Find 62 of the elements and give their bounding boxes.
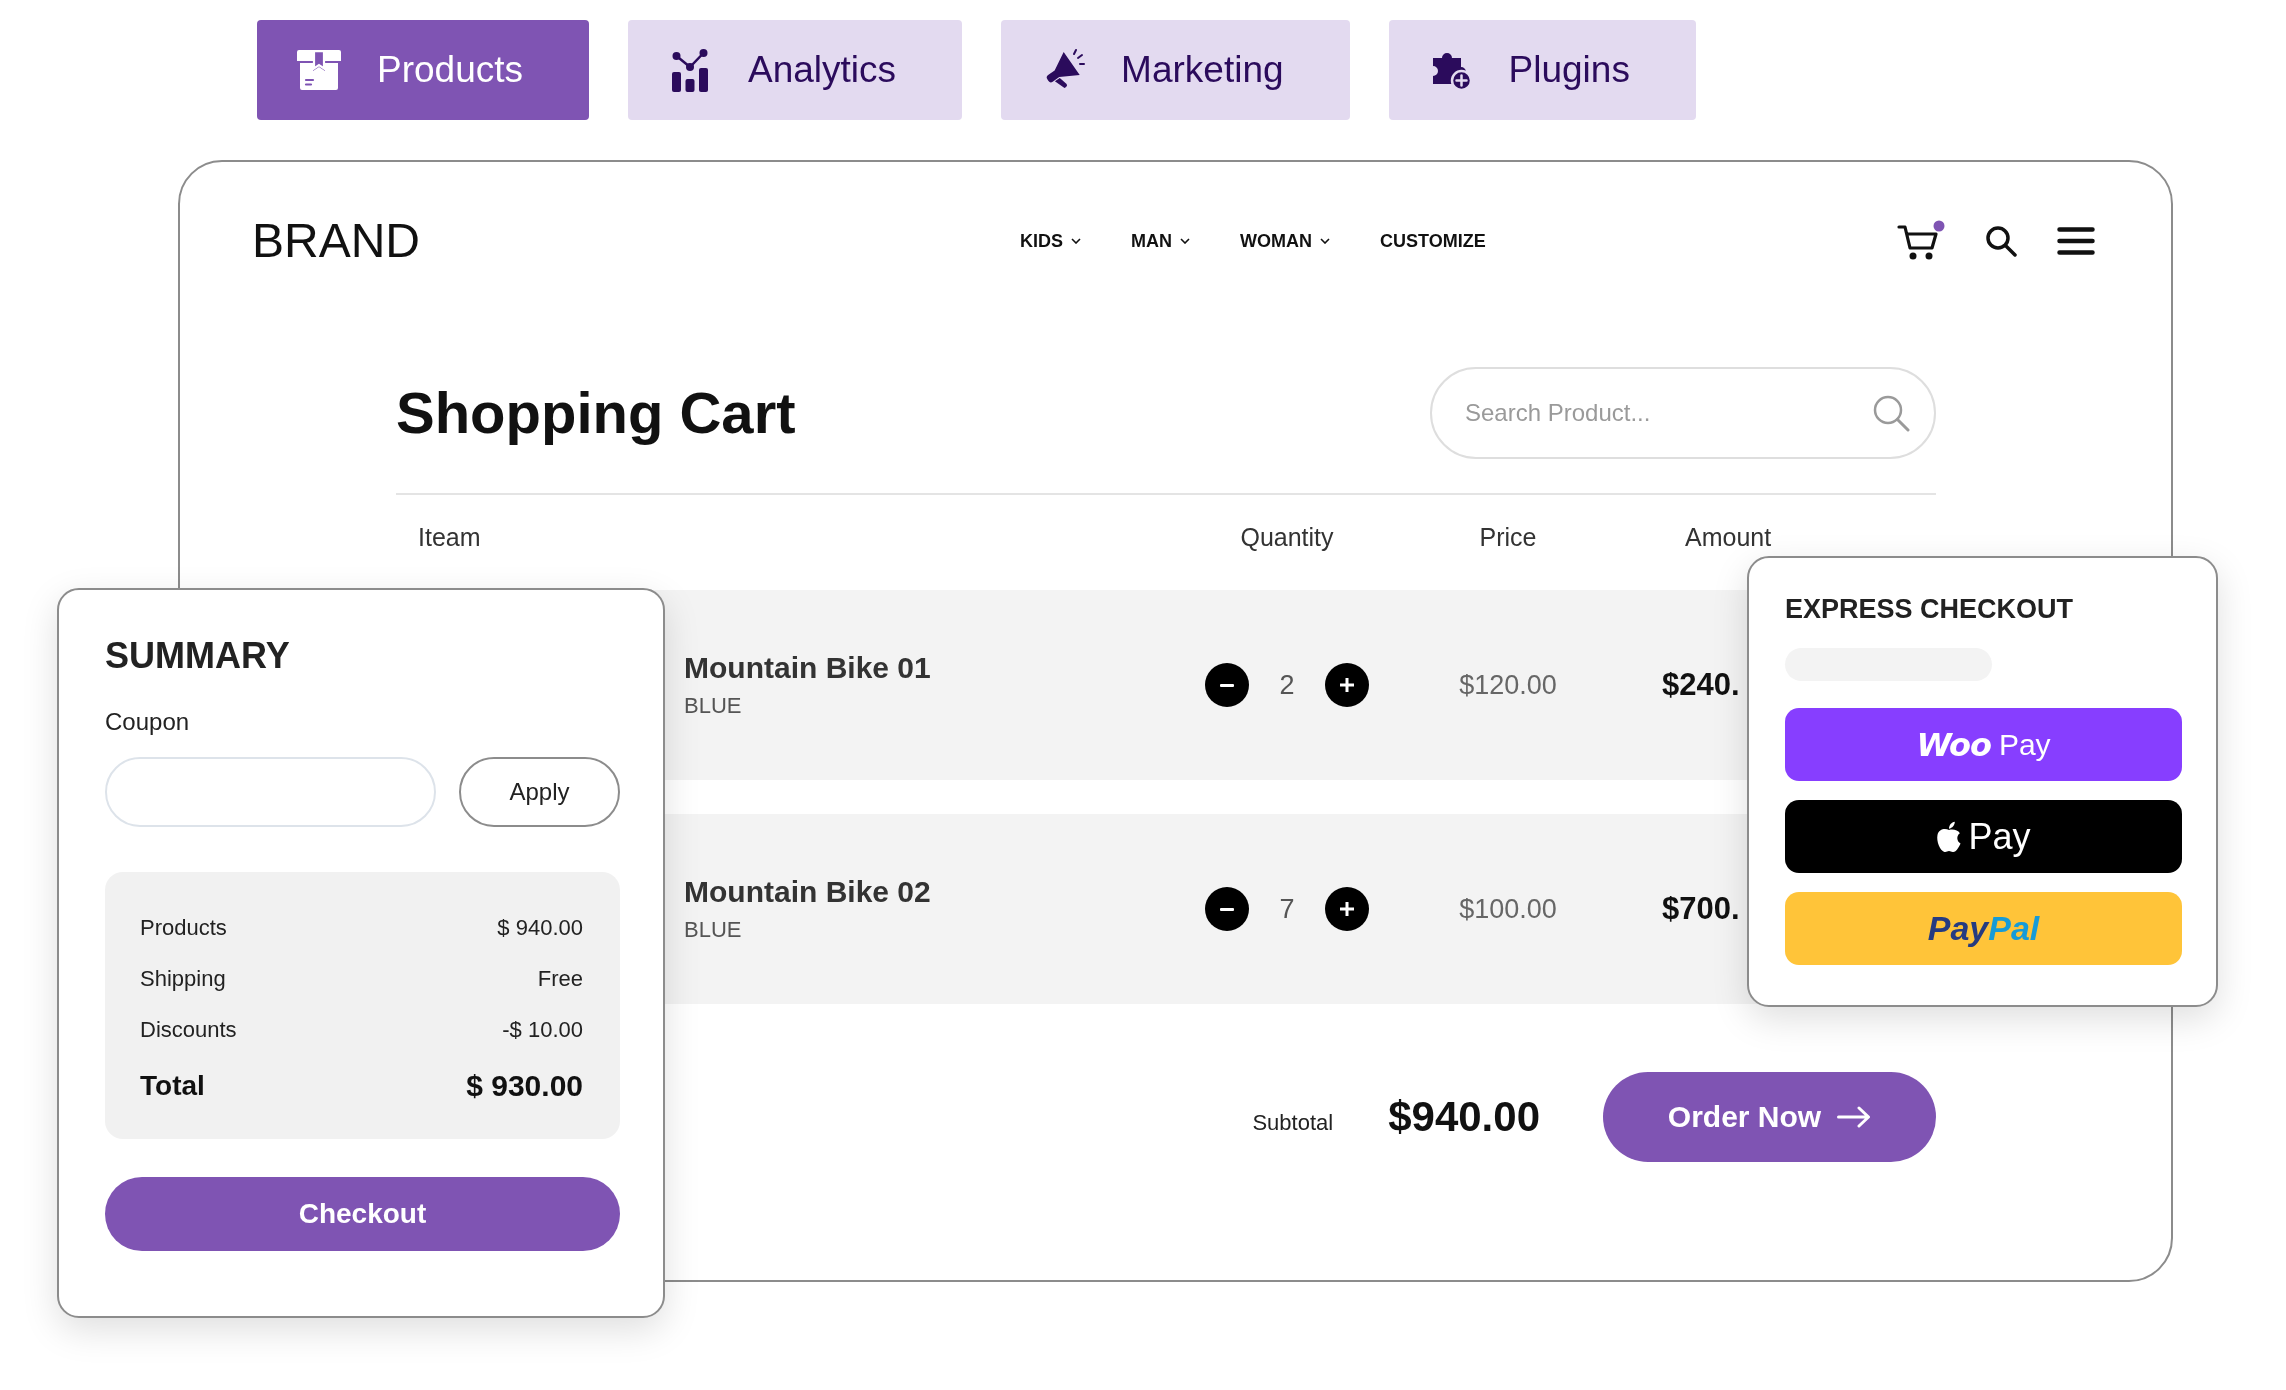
express-checkout-title: EXPRESS CHECKOUT (1785, 593, 2074, 626)
subtotal-value: $940.00 (1388, 1093, 1540, 1141)
woopay-button[interactable]: Woo Pay (1785, 708, 2182, 781)
nav-link[interactable]: CUSTOMIZE (1380, 230, 1486, 252)
checkout-button[interactable]: Checkout (105, 1177, 620, 1251)
nav-link[interactable]: WOMAN (1240, 230, 1331, 252)
line-amount: $700. (1662, 891, 1740, 927)
category-tab[interactable]: Plugins (1388, 20, 1696, 120)
increase-button[interactable] (1325, 887, 1369, 931)
quantity-value: 7 (1279, 893, 1295, 925)
summary-value: -$ 10.00 (502, 1016, 583, 1043)
quantity-value: 2 (1279, 669, 1295, 701)
subtotal-label: Subtotal (1252, 1110, 1334, 1136)
apply-button[interactable]: Apply (459, 757, 620, 827)
unit-price: $120.00 (1459, 669, 1557, 701)
unit-price: $100.00 (1459, 893, 1557, 925)
increase-button[interactable] (1325, 663, 1369, 707)
arrow-right-icon (1837, 1106, 1872, 1128)
page-title: Shopping Cart (396, 381, 796, 445)
chevron-down-icon (1071, 238, 1082, 244)
minus-icon (1220, 907, 1234, 911)
chevron-down-icon (1320, 238, 1331, 244)
plus-icon (1340, 902, 1354, 916)
menu-icon[interactable] (2057, 227, 2095, 255)
column-header: Iteam (418, 523, 481, 552)
nav-link[interactable]: MAN (1131, 230, 1191, 252)
category-tab[interactable]: Analytics (628, 20, 963, 120)
summary-title: SUMMARY (105, 634, 290, 678)
cart-icon[interactable] (1897, 220, 1945, 262)
summary-label: Products (140, 914, 227, 941)
product-variant: BLUE (684, 917, 742, 943)
brand-logo: BRAND (252, 217, 421, 265)
apple-pay-button[interactable]: Pay (1785, 800, 2182, 873)
product-variant: BLUE (684, 693, 742, 719)
apple-icon (1936, 820, 1963, 853)
total-label: Total (140, 1070, 205, 1102)
column-header: Amount (1685, 523, 1772, 552)
decrease-button[interactable] (1205, 663, 1249, 707)
summary-value: $ 940.00 (497, 914, 583, 941)
summary-label: Discounts (140, 1016, 237, 1043)
box-icon (297, 48, 341, 92)
column-header: Price (1479, 523, 1537, 552)
plus-icon (1340, 678, 1354, 692)
summary-label: Shipping (140, 965, 226, 992)
category-tab[interactable]: Marketing (1001, 20, 1350, 120)
search-field[interactable]: Search Product... (1430, 367, 1936, 459)
category-tab[interactable]: Products (257, 20, 589, 120)
search-icon (1872, 394, 1910, 432)
summary-value: Free (537, 965, 583, 992)
column-header: Quantity (1240, 523, 1334, 552)
paypal-button[interactable]: PayPal (1785, 892, 2182, 965)
search-icon[interactable] (1985, 225, 2017, 257)
product-name: Mountain Bike 01 (684, 651, 931, 685)
line-amount: $240. (1662, 667, 1740, 703)
minus-icon (1220, 683, 1234, 687)
order-now-button[interactable]: Order Now (1603, 1072, 1936, 1162)
product-name: Mountain Bike 02 (684, 875, 931, 909)
coupon-label: Coupon (105, 707, 190, 737)
chevron-down-icon (1180, 238, 1191, 244)
decrease-button[interactable] (1205, 887, 1249, 931)
total-value: $ 930.00 (466, 1069, 583, 1103)
nav-link[interactable]: KIDS (1020, 230, 1082, 252)
